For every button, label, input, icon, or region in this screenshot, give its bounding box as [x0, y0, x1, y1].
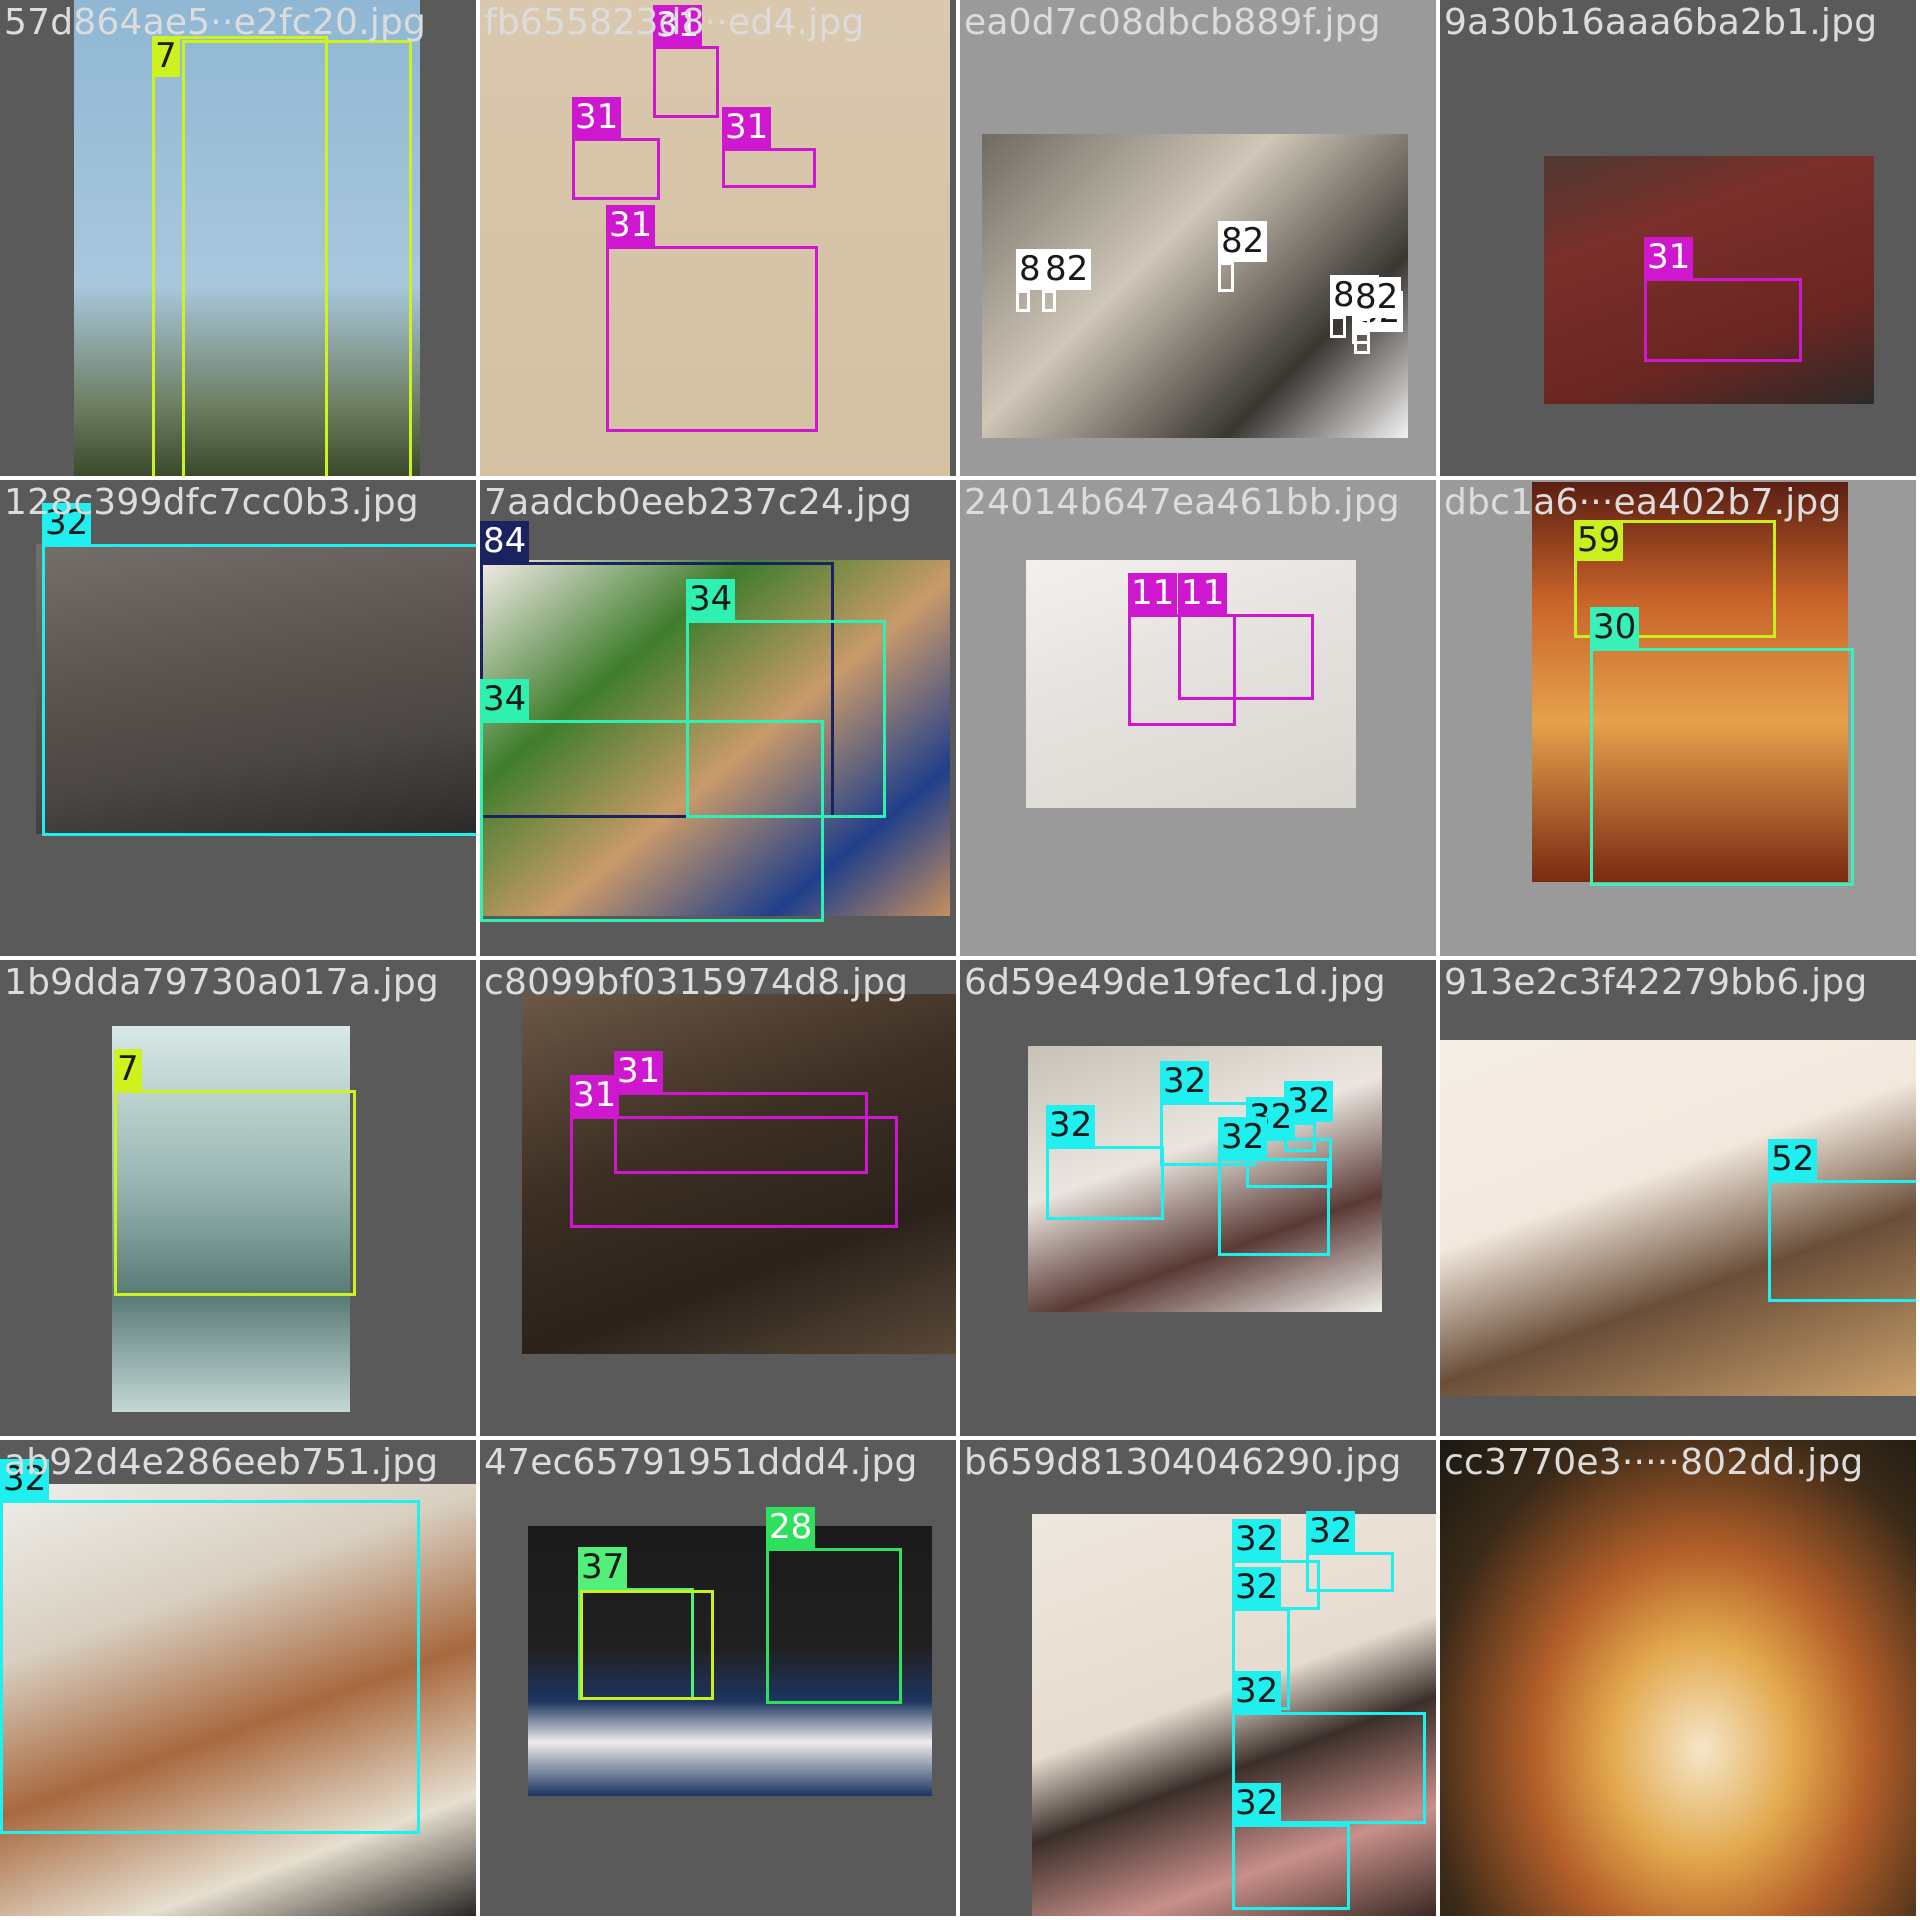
class-label: 32 [1306, 1511, 1356, 1552]
image-filename: cc3770e3·····802dd.jpg [1444, 1442, 1864, 1483]
mosaic-tile: cc3770e3·····802dd.jpg [1440, 1440, 1916, 1916]
mosaic-tile: 11 11 24014b647ea461bb.jpg [960, 480, 1436, 956]
mosaic-tile: 32 32 32 32 32 b659d81304046290.jpg [960, 1440, 1436, 1916]
detection-box: 30 [1590, 607, 1854, 886]
mosaic-tile: 32 128c399dfc7cc0b3.jpg [0, 480, 476, 956]
class-label: 82 [1352, 277, 1402, 318]
class-label: 28 [766, 1507, 816, 1548]
mosaic-tile: 84 34 34 7aadcb0eeb237c24.jpg [480, 480, 956, 956]
class-label: 84 [480, 521, 530, 562]
image-filename: 24014b647ea461bb.jpg [964, 482, 1400, 523]
detection-box: 82 [1330, 275, 1380, 338]
detection-box: 31 [572, 97, 660, 200]
class-label: 30 [1590, 607, 1640, 648]
image-filename: dbc1a6···ea402b7.jpg [1444, 482, 1842, 523]
image-filename: 7aadcb0eeb237c24.jpg [484, 482, 913, 523]
image-filename: 1b9dda79730a017a.jpg [4, 962, 439, 1003]
image-filename: fb655823d8··ed4.jpg [484, 2, 865, 43]
class-label: 31 [572, 97, 622, 138]
class-label: 32 [1046, 1105, 1096, 1146]
detection-box: 11 [1178, 573, 1314, 700]
image-filename: b659d81304046290.jpg [964, 1442, 1402, 1483]
detection-box: 52 [1768, 1139, 1916, 1302]
mosaic-tile: 32 32 32 32 32 6d59e49de19fec1d.jpg [960, 960, 1436, 1436]
detection-box: 7 [114, 1049, 356, 1296]
detection-box: 31 [653, 5, 719, 118]
class-label: 7 [114, 1049, 142, 1090]
detection-box: 28 [766, 1507, 902, 1704]
detection-box: 32 [0, 1459, 420, 1834]
detection-box: 31 [606, 205, 818, 432]
detection-box: 31 [1644, 237, 1802, 362]
class-label: 82 [1218, 221, 1268, 262]
class-label: 32 [1232, 1783, 1282, 1824]
class-label: 34 [480, 679, 530, 720]
class-label: 11 [1178, 573, 1228, 614]
image-filename: 47ec65791951ddd4.jpg [484, 1442, 918, 1483]
detection-box [182, 40, 412, 476]
class-label: 82 [1042, 249, 1092, 290]
detection-box: 31 [722, 107, 816, 188]
class-label: 32 [1232, 1567, 1282, 1608]
detection-box: 82 [1042, 249, 1092, 312]
mosaic-tile: 7 57d864ae5··e2fc20.jpg [0, 0, 476, 476]
mosaic-tile: 31 31 31 31 fb655823d8··ed4.jpg [480, 0, 956, 476]
detection-box: 82 [1352, 277, 1402, 344]
class-label: 59 [1574, 520, 1624, 561]
class-label: 31 [606, 205, 656, 246]
class-label: 32 [1218, 1117, 1268, 1158]
class-label: 31 [614, 1051, 664, 1092]
detection-box: 82 [1218, 221, 1268, 292]
seafood-platter-photo [1440, 1440, 1916, 1916]
mosaic-tile: 828282828282ea0d7c08dbcb889f.jpg [960, 0, 1436, 476]
detection-box: 32 [1306, 1511, 1394, 1592]
image-filename: ab92d4e286eeb751.jpg [4, 1442, 439, 1483]
image-filename: c8099bf0315974d8.jpg [484, 962, 909, 1003]
class-label: 32 [1232, 1519, 1282, 1560]
detection-box: 34 [480, 679, 824, 922]
detection-box [580, 1590, 714, 1700]
class-label: 32 [1232, 1671, 1282, 1712]
mosaic-tile: 7 1b9dda79730a017a.jpg [0, 960, 476, 1436]
class-label: 31 [570, 1075, 620, 1116]
class-label: 11 [1128, 573, 1178, 614]
detection-mosaic: 7 57d864ae5··e2fc20.jpg 31 31 31 31 fb655823d8… [0, 0, 1920, 1920]
image-filename: ea0d7c08dbcb889f.jpg [964, 2, 1381, 43]
mosaic-tile: 32 ab92d4e286eeb751.jpg [0, 1440, 476, 1916]
class-label: 31 [722, 107, 772, 148]
mosaic-tile: 31 31 c8099bf0315974d8.jpg [480, 960, 956, 1436]
detection-box: 32 [1232, 1783, 1350, 1910]
image-filename: 128c399dfc7cc0b3.jpg [4, 482, 419, 523]
class-label: 32 [1160, 1061, 1210, 1102]
class-label: 31 [1644, 237, 1694, 278]
image-filename: 9a30b16aaa6ba2b1.jpg [1444, 2, 1878, 43]
mosaic-tile: 31 9a30b16aaa6ba2b1.jpg [1440, 0, 1916, 476]
detection-box: 32 [42, 503, 476, 836]
class-label: 37 [578, 1547, 628, 1588]
image-filename: 913e2c3f42279bb6.jpg [1444, 962, 1868, 1003]
detection-box: 32 [1218, 1117, 1330, 1256]
class-label: 34 [686, 579, 736, 620]
image-filename: 6d59e49de19fec1d.jpg [964, 962, 1386, 1003]
detection-box: 31 [570, 1075, 898, 1228]
class-label: 52 [1768, 1139, 1818, 1180]
detection-box: 32 [1046, 1105, 1164, 1220]
mosaic-tile: 37 28 47ec65791951ddd4.jpg [480, 1440, 956, 1916]
mosaic-tile: 52 913e2c3f42279bb6.jpg [1440, 960, 1916, 1436]
mosaic-tile: 59 30 dbc1a6···ea402b7.jpg [1440, 480, 1916, 956]
detection-box: 82 [1016, 249, 1066, 312]
image-filename: 57d864ae5··e2fc20.jpg [4, 2, 427, 43]
